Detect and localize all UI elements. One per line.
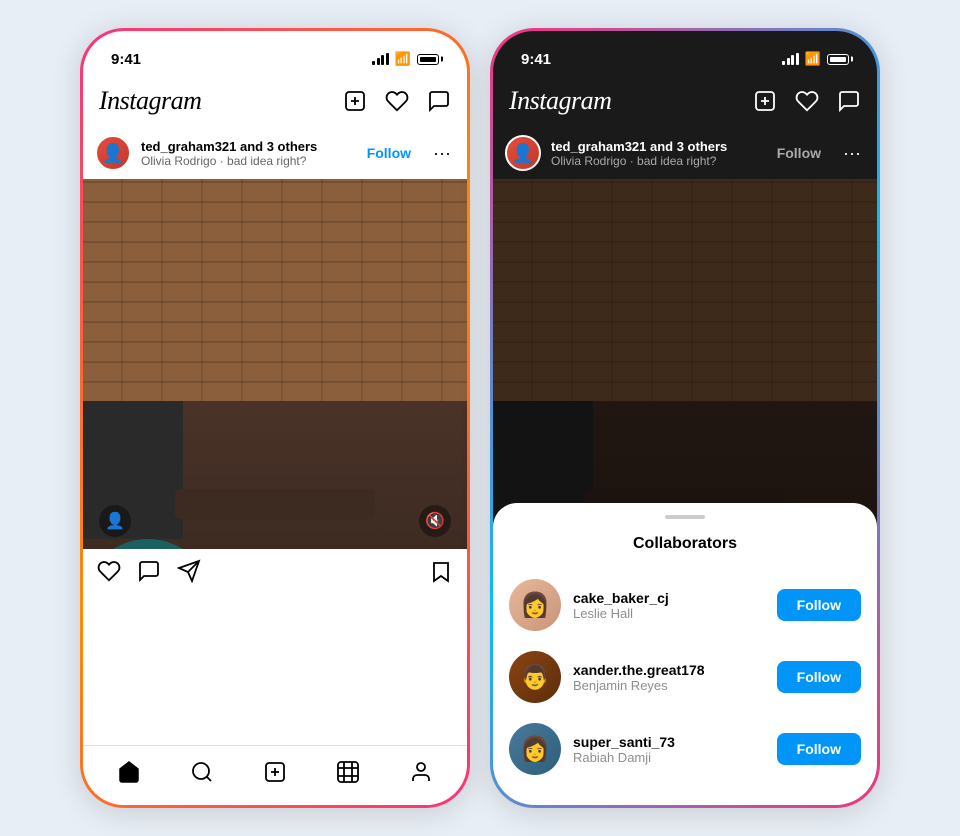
collab-username-3[interactable]: super_santi_73 <box>573 734 765 750</box>
share-icon[interactable] <box>177 559 201 590</box>
collab-info-1: cake_baker_cj Leslie Hall <box>573 590 765 621</box>
collab-username-1[interactable]: cake_baker_cj <box>573 590 765 606</box>
comment-icon[interactable] <box>137 559 161 590</box>
messages-icon-right[interactable] <box>837 89 861 113</box>
tab-add[interactable] <box>253 750 297 794</box>
post-username-right[interactable]: ted_graham321 and 3 others <box>551 139 759 154</box>
nav-icons-left <box>343 89 451 113</box>
post-image-left: 👤 🔇 <box>83 179 467 549</box>
status-bar-left: 9:41 📶 <box>83 31 467 75</box>
tab-search[interactable] <box>180 750 224 794</box>
collaborator-item-1: 👩 cake_baker_cj Leslie Hall Follow <box>493 569 877 641</box>
collab-avatar-2[interactable]: 👨 <box>509 651 561 703</box>
post-subtitle-left: Olivia Rodrigo · bad idea right? <box>141 154 349 168</box>
collab-name-3: Rabiah Damji <box>573 750 765 765</box>
status-icons-right: 📶 <box>782 51 849 67</box>
image-controls-left: 👤 🔇 <box>83 493 467 549</box>
post-header-left: 👤 ted_graham321 and 3 others Olivia Rodr… <box>83 127 467 179</box>
add-post-icon-right[interactable] <box>753 89 777 113</box>
collab-name-1: Leslie Hall <box>573 606 765 621</box>
post-subtitle-right: Olivia Rodrigo · bad idea right? <box>551 154 759 168</box>
post-actions-left <box>83 549 467 600</box>
actions-left-group <box>97 559 201 590</box>
collab-avatar-3[interactable]: 👩 <box>509 723 561 775</box>
signal-icon-left <box>372 53 389 65</box>
wifi-icon-left: 📶 <box>395 51 411 67</box>
post-avatar-right[interactable]: 👤 <box>505 135 541 171</box>
time-right: 9:41 <box>521 51 551 68</box>
post-header-right: 👤 ted_graham321 and 3 others Olivia Rodr… <box>493 127 877 179</box>
phone-right: 9:41 📶 Instagram <box>490 28 880 808</box>
follow-button-left[interactable]: Follow <box>359 141 419 165</box>
dark-overlay <box>493 179 877 549</box>
add-post-icon[interactable] <box>343 89 367 113</box>
phone-container: 9:41 📶 Instagram <box>80 28 880 808</box>
tab-bar-left <box>83 745 467 805</box>
panel-handle <box>665 515 705 519</box>
battery-icon-right <box>827 54 849 65</box>
nav-bar-right: Instagram <box>493 75 877 127</box>
collab-info-2: xander.the.great178 Benjamin Reyes <box>573 662 765 693</box>
instagram-logo-right: Instagram <box>509 86 611 116</box>
status-bar-right: 9:41 📶 <box>493 31 877 75</box>
collab-username-2[interactable]: xander.the.great178 <box>573 662 765 678</box>
follow-button-1[interactable]: Follow <box>777 589 861 621</box>
nav-bar-left: Instagram <box>83 75 467 127</box>
follow-button-right[interactable]: Follow <box>769 141 829 165</box>
post-username-left[interactable]: ted_graham321 and 3 others <box>141 139 349 154</box>
follow-button-3[interactable]: Follow <box>777 733 861 765</box>
wifi-icon-right: 📶 <box>805 51 821 67</box>
tab-reels[interactable] <box>326 750 370 794</box>
tab-profile[interactable] <box>399 750 443 794</box>
collaborator-item-2: 👨 xander.the.great178 Benjamin Reyes Fol… <box>493 641 877 713</box>
collab-name-2: Benjamin Reyes <box>573 678 765 693</box>
heart-icon[interactable] <box>385 89 409 113</box>
post-user-info-left: ted_graham321 and 3 others Olivia Rodrig… <box>141 139 349 168</box>
messages-icon[interactable] <box>427 89 451 113</box>
signal-icon-right <box>782 53 799 65</box>
collaborators-title: Collaborators <box>493 535 877 553</box>
more-icon-right[interactable]: ··· <box>839 139 865 168</box>
collab-avatar-1[interactable]: 👩 <box>509 579 561 631</box>
tab-home[interactable] <box>107 750 151 794</box>
collaborator-item-3: 👩 super_santi_73 Rabiah Damji Follow <box>493 713 877 785</box>
collaborators-panel: Collaborators 👩 cake_baker_cj Leslie Hal… <box>493 503 877 805</box>
instagram-logo-left: Instagram <box>99 86 201 116</box>
brick-wall <box>83 179 467 401</box>
post-user-info-right: ted_graham321 and 3 others Olivia Rodrig… <box>551 139 759 168</box>
nav-icons-right <box>753 89 861 113</box>
post-avatar-left[interactable]: 👤 <box>95 135 131 171</box>
collab-info-3: super_santi_73 Rabiah Damji <box>573 734 765 765</box>
like-icon[interactable] <box>97 559 121 590</box>
more-icon-left[interactable]: ··· <box>429 139 455 168</box>
post-image-right <box>493 179 877 549</box>
phone-left: 9:41 📶 Instagram <box>80 28 470 808</box>
status-icons-left: 📶 <box>372 51 439 67</box>
mute-icon[interactable]: 🔇 <box>419 505 451 537</box>
heart-icon-right[interactable] <box>795 89 819 113</box>
follow-button-2[interactable]: Follow <box>777 661 861 693</box>
time-left: 9:41 <box>111 51 141 68</box>
save-icon[interactable] <box>429 560 453 589</box>
user-tag-icon[interactable]: 👤 <box>99 505 131 537</box>
battery-icon-left <box>417 54 439 65</box>
